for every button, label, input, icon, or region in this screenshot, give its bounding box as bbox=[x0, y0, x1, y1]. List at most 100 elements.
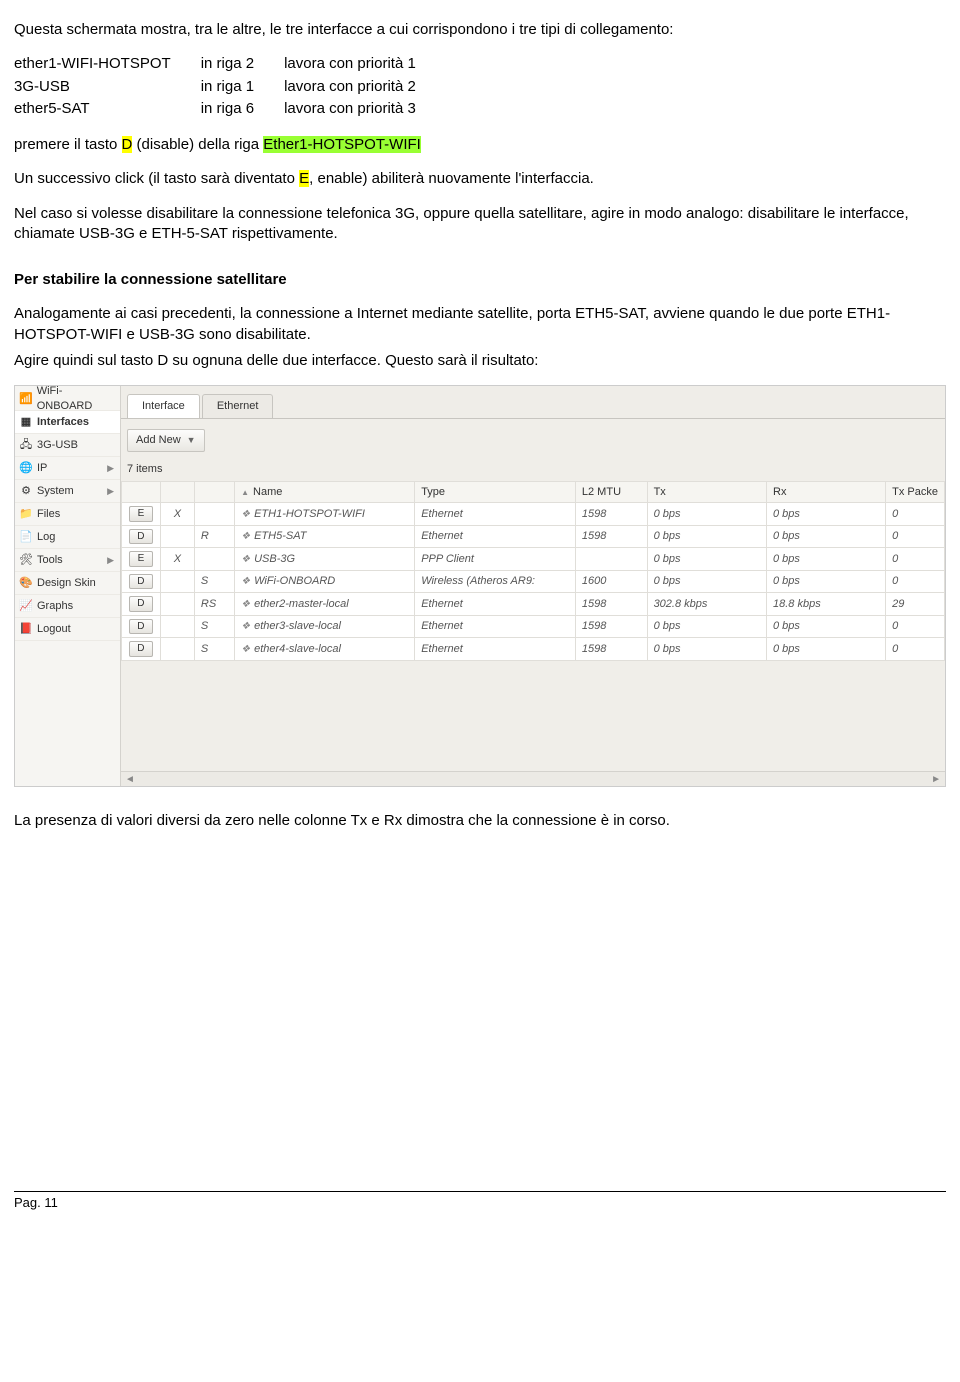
port-icon: ❖ bbox=[241, 531, 250, 542]
type-cell: Ethernet bbox=[415, 615, 576, 638]
item-count: 7 items bbox=[121, 460, 945, 481]
main-panel: Interface Ethernet Add New ▼ 7 items bbox=[121, 386, 945, 786]
sidebar-item-label: Log bbox=[37, 530, 55, 545]
page-number: Pag. 11 bbox=[14, 1195, 58, 1210]
name-cell: ❖ether2-master-local bbox=[235, 593, 415, 616]
name-cell: ❖ETH5-SAT bbox=[235, 525, 415, 548]
tab-ethernet[interactable]: Ethernet bbox=[202, 394, 274, 418]
table-row[interactable]: DS❖WiFi-ONBOARDWireless (Atheros AR9:160… bbox=[122, 570, 945, 593]
sidebar-item-label: Files bbox=[37, 507, 60, 522]
name-cell: ❖USB-3G bbox=[235, 548, 415, 571]
sidebar-item-label: 3G-USB bbox=[37, 438, 78, 453]
toggle-cell[interactable]: D bbox=[122, 593, 161, 616]
text: , enable) abiliterà nuovamente l'interfa… bbox=[309, 170, 594, 187]
x-cell bbox=[160, 570, 194, 593]
system-icon: ⚙ bbox=[19, 484, 33, 498]
col-name[interactable]: ▲Name bbox=[235, 481, 415, 503]
sidebar-item-interfaces[interactable]: ▦ Interfaces bbox=[15, 411, 120, 434]
txp-cell: 0 bbox=[886, 638, 945, 661]
toggle-cell[interactable]: E bbox=[122, 503, 161, 526]
sidebar-item-system[interactable]: ⚙ System ▶ bbox=[15, 480, 120, 503]
tabs: Interface Ethernet bbox=[121, 386, 945, 419]
flag-cell bbox=[194, 548, 234, 571]
tab-interface[interactable]: Interface bbox=[127, 394, 200, 418]
files-icon: 📁 bbox=[19, 507, 33, 521]
scroll-left-icon: ◄ bbox=[125, 773, 135, 787]
add-new-label: Add New bbox=[136, 433, 181, 448]
chevron-right-icon: ▶ bbox=[107, 485, 114, 497]
name-cell: ❖ether4-slave-local bbox=[235, 638, 415, 661]
analog-paragraph: Nel caso si volesse disabilitare la conn… bbox=[14, 204, 946, 245]
col-tx[interactable]: Tx bbox=[647, 481, 766, 503]
sidebar-item-files[interactable]: 📁 Files bbox=[15, 503, 120, 526]
enable-disable-button[interactable]: E bbox=[129, 506, 153, 522]
sidebar-item-label: Logout bbox=[37, 622, 71, 637]
flag-cell: S bbox=[194, 570, 234, 593]
sidebar-item-label: WiFi-ONBOARD bbox=[37, 384, 116, 414]
name-cell: ❖ether3-slave-local bbox=[235, 615, 415, 638]
toggle-cell[interactable]: D bbox=[122, 638, 161, 661]
toggle-cell[interactable]: D bbox=[122, 570, 161, 593]
horizontal-scrollbar[interactable]: ◄ ► bbox=[121, 771, 945, 786]
table-row[interactable]: DR❖ETH5-SATEthernet15980 bps0 bps0 bbox=[122, 525, 945, 548]
page-footer: Pag. 11 bbox=[14, 1191, 946, 1212]
port-icon: ❖ bbox=[241, 576, 250, 587]
x-cell bbox=[160, 638, 194, 661]
toolbar: Add New ▼ bbox=[121, 419, 945, 460]
rx-cell: 18.8 kbps bbox=[767, 593, 886, 616]
table-row[interactable]: DRS❖ether2-master-localEthernet1598302.8… bbox=[122, 593, 945, 616]
skin-icon: 🎨 bbox=[19, 576, 33, 590]
text: premere il tasto bbox=[14, 136, 122, 153]
sidebar-item-tools[interactable]: 🛠 Tools ▶ bbox=[15, 549, 120, 572]
highlight-d: D bbox=[122, 136, 133, 153]
rx-cell: 0 bps bbox=[767, 548, 886, 571]
toggle-cell[interactable]: D bbox=[122, 615, 161, 638]
highlight-e: E bbox=[299, 170, 309, 187]
enable-disable-button[interactable]: D bbox=[129, 619, 153, 635]
interfaces-table: ▲Name Type L2 MTU Tx Rx Tx Packe EX❖ETH1… bbox=[121, 481, 945, 661]
toggle-cell[interactable]: E bbox=[122, 548, 161, 571]
sidebar-item-wifi-onboard[interactable]: 📶 WiFi-ONBOARD bbox=[15, 388, 120, 411]
chevron-right-icon: ▶ bbox=[107, 554, 114, 566]
col-toggle[interactable] bbox=[122, 481, 161, 503]
col-rx[interactable]: Rx bbox=[767, 481, 886, 503]
mtu-cell: 1598 bbox=[575, 638, 647, 661]
table-row[interactable]: DS❖ether4-slave-localEthernet15980 bps0 … bbox=[122, 638, 945, 661]
enable-disable-button[interactable]: D bbox=[129, 529, 153, 545]
table-row[interactable]: EX❖USB-3GPPP Client0 bps0 bps0 bbox=[122, 548, 945, 571]
x-cell bbox=[160, 525, 194, 548]
tx-cell: 0 bps bbox=[647, 525, 766, 548]
enable-disable-button[interactable]: D bbox=[129, 596, 153, 612]
table-row[interactable]: EX❖ETH1-HOTSPOT-WIFIEthernet15980 bps0 b… bbox=[122, 503, 945, 526]
sidebar-item-design-skin[interactable]: 🎨 Design Skin bbox=[15, 572, 120, 595]
chevron-right-icon: ▶ bbox=[107, 462, 114, 474]
table-row: ether5-SAT in riga 6 lavora con priorità… bbox=[14, 99, 446, 121]
sidebar-item-graphs[interactable]: 📈 Graphs bbox=[15, 595, 120, 618]
enable-disable-button[interactable]: D bbox=[129, 574, 153, 590]
sidebar-item-label: Interfaces bbox=[37, 415, 89, 430]
add-new-button[interactable]: Add New ▼ bbox=[127, 429, 205, 452]
col-x[interactable] bbox=[160, 481, 194, 503]
col-type[interactable]: Type bbox=[415, 481, 576, 503]
col-flag[interactable] bbox=[194, 481, 234, 503]
col-l2mtu[interactable]: L2 MTU bbox=[575, 481, 647, 503]
sidebar-item-label: Tools bbox=[37, 553, 63, 568]
toggle-cell[interactable]: D bbox=[122, 525, 161, 548]
type-cell: Ethernet bbox=[415, 525, 576, 548]
flag-cell: RS bbox=[194, 593, 234, 616]
enable-paragraph: Un successivo click (il tasto sarà diven… bbox=[14, 169, 946, 189]
sidebar-item-log[interactable]: 📄 Log bbox=[15, 526, 120, 549]
col-tx-packets[interactable]: Tx Packe bbox=[886, 481, 945, 503]
enable-disable-button[interactable]: E bbox=[129, 551, 153, 567]
table-header-row: ▲Name Type L2 MTU Tx Rx Tx Packe bbox=[122, 481, 945, 503]
usb-icon: 🖧 bbox=[19, 438, 33, 452]
sidebar-item-ip[interactable]: 🌐 IP ▶ bbox=[15, 457, 120, 480]
sidebar-item-3g-usb[interactable]: 🖧 3G-USB bbox=[15, 434, 120, 457]
sidebar-item-logout[interactable]: 📕 Logout bbox=[15, 618, 120, 641]
tx-cell: 0 bps bbox=[647, 638, 766, 661]
enable-disable-button[interactable]: D bbox=[129, 641, 153, 657]
name-cell: ❖WiFi-ONBOARD bbox=[235, 570, 415, 593]
type-cell: PPP Client bbox=[415, 548, 576, 571]
log-icon: 📄 bbox=[19, 530, 33, 544]
table-row[interactable]: DS❖ether3-slave-localEthernet15980 bps0 … bbox=[122, 615, 945, 638]
